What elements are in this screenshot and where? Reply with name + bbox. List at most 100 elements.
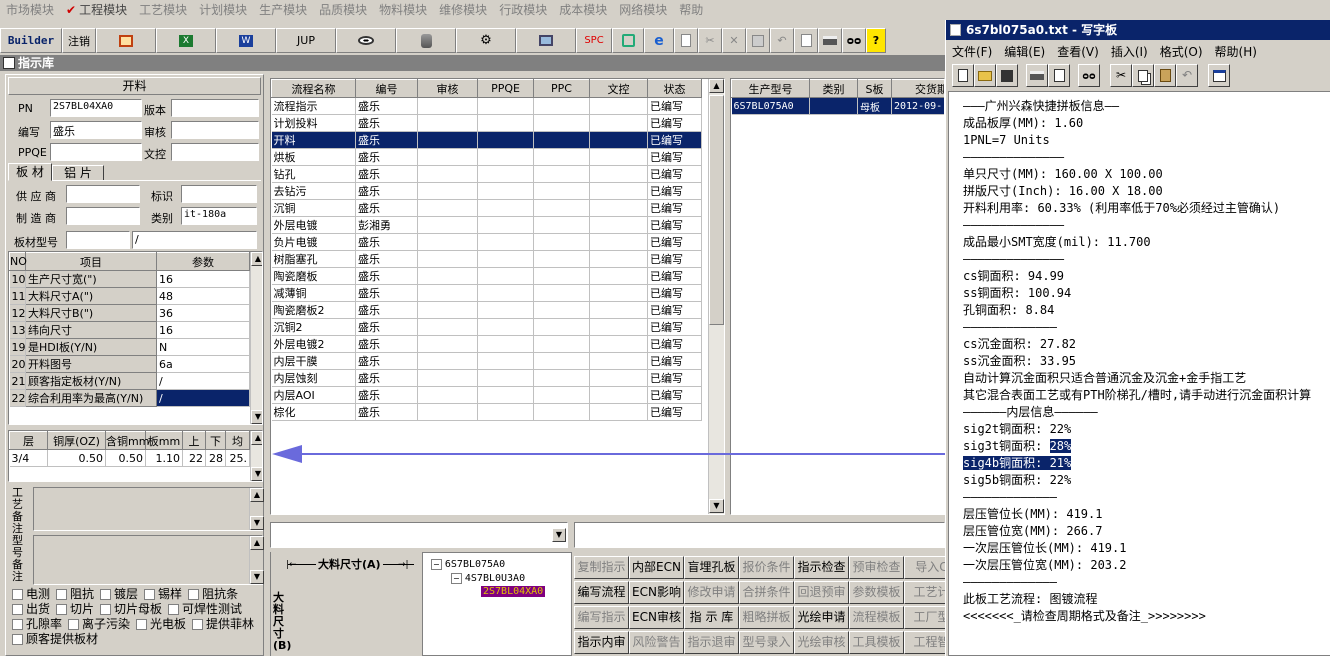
checkbox-box[interactable] <box>144 589 156 600</box>
delete-button[interactable]: ✕ <box>722 28 746 53</box>
option-checkbox[interactable]: 阻抗条 <box>188 587 238 601</box>
cut-button[interactable]: ✂ <box>698 28 722 53</box>
action-button[interactable]: 修改申请 <box>684 581 739 604</box>
undo-doc-button[interactable]: ↶ <box>1176 64 1198 87</box>
checkbox-box[interactable] <box>168 604 180 615</box>
param-row[interactable]: 12 大料尺寸B(") 36 <box>9 304 250 322</box>
print-doc-button[interactable] <box>1026 64 1048 87</box>
menu-6[interactable]: 物料模块 <box>373 1 433 18</box>
layer-grid[interactable]: 层铜厚(OZ) 含铜mm 板mm 上下均 3/4 0.50 0.50 1.10 22 28 25.… <box>8 430 263 482</box>
spc-button[interactable]: SPC <box>576 28 612 53</box>
option-checkbox[interactable]: 切片母板 <box>100 602 162 616</box>
layer-cell[interactable]: 0.50 <box>105 449 146 467</box>
process-col[interactable]: PPQE <box>477 79 534 98</box>
process-row[interactable]: 减薄铜 盛乐 已编写 <box>271 284 702 302</box>
builder-button[interactable]: Builder <box>0 28 62 53</box>
param-value[interactable]: / <box>156 372 250 390</box>
process-row[interactable]: 流程指示 盛乐 已编写 <box>271 97 702 115</box>
network-button[interactable] <box>612 28 644 53</box>
process-row[interactable]: 沉铜 盛乐 已编写 <box>271 199 702 217</box>
checkbox-box[interactable] <box>136 619 148 630</box>
cut-doc-button[interactable]: ✂ <box>1110 64 1132 87</box>
view-button[interactable] <box>336 28 396 53</box>
action-button[interactable]: 光绘审核 <box>794 631 849 654</box>
wordpad-menu-3[interactable]: 插入(I) <box>1105 41 1154 59</box>
process-col[interactable]: PPC <box>533 79 590 98</box>
scroll-down-icon[interactable]: ▼ <box>250 516 264 530</box>
supplier-field[interactable] <box>66 185 140 203</box>
param-row[interactable]: 19 是HDI板(Y/N) N <box>9 338 250 356</box>
product-col[interactable]: 类别 <box>809 79 858 98</box>
option-checkbox[interactable]: 提供菲林 <box>192 617 254 631</box>
process-row[interactable]: 沉铜2 盛乐 已编写 <box>271 318 702 336</box>
filter-combo-2[interactable] <box>574 522 945 548</box>
menu-8[interactable]: 行政模块 <box>493 1 553 18</box>
layer-col[interactable]: 下 <box>205 431 226 450</box>
action-button[interactable]: 型号录入 <box>739 631 794 654</box>
param-row[interactable]: 20 开料图号 6a <box>9 355 250 373</box>
save-doc-button[interactable] <box>996 64 1018 87</box>
wordpad-document[interactable]: ———广州兴森快捷拼板信息—— 成品板厚(MM): 1.60 1PNL=7 Unit… <box>948 91 1330 656</box>
param-value[interactable]: 36 <box>156 304 250 322</box>
process-row[interactable]: 内层AOI 盛乐 已编写 <box>271 386 702 404</box>
tab-aluminum[interactable]: 铝 片 <box>52 165 104 181</box>
process-row[interactable]: 钻孔 盛乐 已编写 <box>271 165 702 183</box>
action-button[interactable]: 工具模板 <box>849 631 904 654</box>
layer-col[interactable]: 上 <box>182 431 206 450</box>
action-button[interactable]: 参数模板 <box>849 581 904 604</box>
process-col[interactable]: 文控 <box>589 79 648 98</box>
ie-button[interactable]: e <box>644 28 674 53</box>
board-model-field[interactable] <box>66 231 130 249</box>
process-row[interactable]: 外层电镀 彭湘勇 已编写 <box>271 216 702 234</box>
copy-button[interactable] <box>1132 64 1154 87</box>
pn-field[interactable]: 2S7BL04XA0 <box>50 99 142 117</box>
layer-cell[interactable]: 3/4 <box>9 449 48 467</box>
action-button[interactable]: 回退预审 <box>794 581 849 604</box>
product-col[interactable]: 生产型号 <box>731 79 810 98</box>
menu-2[interactable]: 工艺模块 <box>133 1 193 18</box>
filter-combo-1[interactable]: ▼ <box>270 522 568 548</box>
menu-9[interactable]: 成本模块 <box>553 1 613 18</box>
action-button[interactable]: 导入C <box>904 556 945 579</box>
paste-button[interactable] <box>1154 64 1176 87</box>
action-button[interactable]: 编写流程 <box>574 581 629 604</box>
action-button[interactable]: 粗略拼板 <box>739 606 794 629</box>
option-checkbox[interactable]: 光电板 <box>136 617 186 631</box>
process-col[interactable]: 编号 <box>355 79 418 98</box>
action-button[interactable]: 盲埋孔板 <box>684 556 739 579</box>
param-row[interactable]: 11 大料尺寸A(") 48 <box>9 287 250 305</box>
action-button[interactable]: 指示退审 <box>684 631 739 654</box>
wordpad-menu-2[interactable]: 查看(V) <box>1051 41 1105 59</box>
checkbox-box[interactable] <box>68 619 80 630</box>
new-button[interactable] <box>674 28 698 53</box>
option-checkbox[interactable]: 电测 <box>12 587 50 601</box>
param-col-value[interactable]: 参数 <box>156 252 250 271</box>
checkbox-box[interactable] <box>12 589 23 600</box>
param-row[interactable]: 13 纬向尺寸 16 <box>9 321 250 339</box>
scroll-up-icon[interactable]: ▲ <box>709 79 724 93</box>
checkbox-box[interactable] <box>188 589 200 600</box>
scroll-up-icon[interactable]: ▲ <box>250 536 264 550</box>
jup-button[interactable]: JUP <box>276 28 336 53</box>
layer-row[interactable]: 3/4 0.50 0.50 1.10 22 28 25. <box>9 449 250 467</box>
editor-field[interactable]: 盛乐 <box>50 121 142 139</box>
find-button[interactable]: ᴑᴑ <box>842 28 866 53</box>
ppqe-field[interactable] <box>50 143 142 161</box>
process-row[interactable]: 计划投料 盛乐 已编写 <box>271 114 702 132</box>
process-row[interactable]: 去钻污 盛乐 已编写 <box>271 182 702 200</box>
process-row[interactable]: 烘板 盛乐 已编写 <box>271 148 702 166</box>
process-row[interactable]: 树脂塞孔 盛乐 已编写 <box>271 250 702 268</box>
checkbox-box[interactable] <box>56 589 68 600</box>
param-value[interactable]: N <box>156 338 250 356</box>
option-checkbox[interactable]: 阻抗 <box>56 587 94 601</box>
param-grid[interactable]: NO 项目 参数 10 生产尺寸宽(") 16 11 大料尺寸A(") 48 12 大料尺寸B… <box>8 251 263 425</box>
maker-field[interactable] <box>66 207 140 225</box>
action-button[interactable]: ECN审核 <box>629 606 684 629</box>
menu-3[interactable]: 计划模块 <box>193 1 253 18</box>
process-row[interactable]: 外层电镀2 盛乐 已编写 <box>271 335 702 353</box>
checkbox-box[interactable] <box>12 634 23 645</box>
action-button[interactable]: 报价条件 <box>739 556 794 579</box>
menu-11[interactable]: 帮助 <box>673 1 709 18</box>
wordpad-menu-4[interactable]: 格式(O) <box>1154 41 1209 59</box>
option-checkbox[interactable]: 出货 <box>12 602 50 616</box>
